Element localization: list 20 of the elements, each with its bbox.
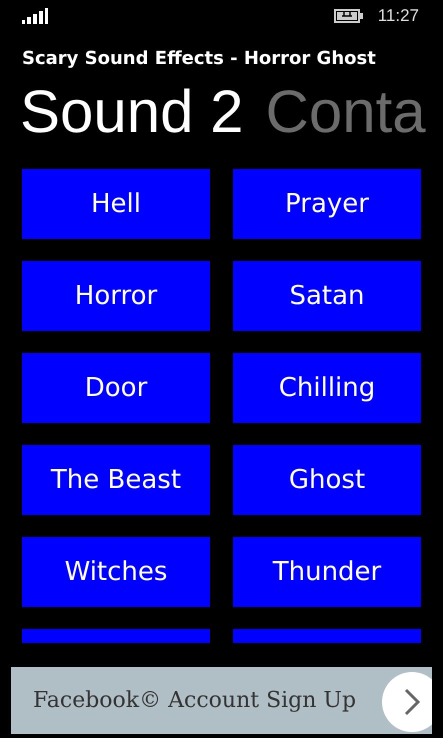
sound-button[interactable]: Witches bbox=[22, 537, 210, 607]
sound-button[interactable]: Hell bbox=[22, 169, 210, 239]
ad-text: Facebook© Account Sign Up bbox=[32, 688, 356, 713]
sound-button[interactable]: The Beast bbox=[22, 445, 210, 515]
sound-button[interactable]: Prayer bbox=[233, 169, 421, 239]
sound-button[interactable]: Satan bbox=[233, 261, 421, 331]
battery-icon bbox=[334, 9, 364, 23]
ad-banner[interactable]: Facebook© Account Sign Up bbox=[11, 667, 432, 734]
sound-button[interactable]: Chilling bbox=[233, 353, 421, 423]
clock-time: 11:27 bbox=[378, 6, 419, 26]
app-title: Scary Sound Effects - Horror Ghost bbox=[21, 47, 377, 71]
sound-button[interactable]: Thunder bbox=[233, 537, 421, 607]
pivot-tab[interactable]: Conta bbox=[266, 76, 426, 148]
sound-button[interactable]: Horror bbox=[22, 261, 210, 331]
signal-icon bbox=[22, 8, 48, 24]
pivot-tab[interactable]: Sound 2 bbox=[20, 76, 244, 148]
chevron-right-icon bbox=[404, 688, 420, 716]
sound-button[interactable]: Door bbox=[22, 353, 210, 423]
sound-button[interactable]: Ghost bbox=[233, 445, 421, 515]
next-button[interactable] bbox=[382, 672, 432, 732]
